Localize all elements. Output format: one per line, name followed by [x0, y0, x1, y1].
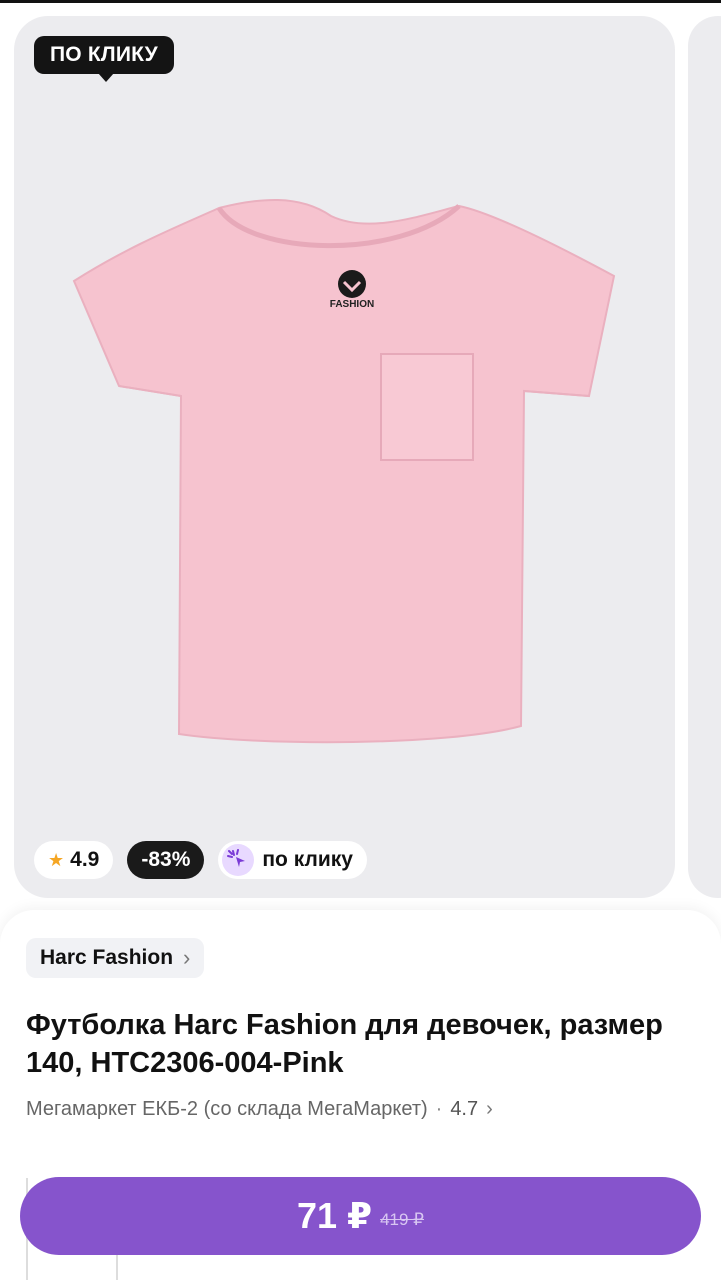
rating-value: 4.9: [70, 848, 100, 871]
brand-link[interactable]: Harc Fashion ›: [26, 938, 205, 978]
separator-dot: ·: [435, 1098, 443, 1120]
discount-value: -83%: [141, 848, 191, 871]
tshirt-image: FASHION: [72, 198, 616, 744]
gallery-badges: ★ 4.9 -83% по клику: [34, 841, 367, 879]
chevron-right-icon: ›: [183, 945, 191, 970]
rating-badge: ★ 4.9: [34, 841, 114, 879]
discount-badge: -83%: [127, 841, 205, 879]
status-bar: [0, 0, 721, 3]
product-title: Футболка Harc Fashion для девочек, разме…: [26, 1009, 663, 1079]
buy-button[interactable]: 71 ₽ 419 ₽: [20, 1177, 701, 1255]
tap-icon: [222, 844, 255, 876]
seller-link[interactable]: Мегамаркет ЕКБ-2 (со склада МегаМаркет) …: [26, 1098, 493, 1121]
brand-name: Harc Fashion: [40, 946, 174, 969]
seller-rating: 4.7: [450, 1098, 479, 1120]
old-price-value: 419 ₽: [380, 1210, 424, 1229]
svg-text:FASHION: FASHION: [330, 299, 374, 310]
seller-name: Мегамаркет ЕКБ-2 (со склада МегаМаркет): [26, 1098, 428, 1120]
click-badge: по клику: [218, 841, 367, 879]
chevron-right-icon: ›: [486, 1098, 493, 1120]
next-gallery-image[interactable]: [688, 16, 721, 898]
click-badge-label: по клику: [262, 848, 353, 871]
price-value: 71 ₽: [297, 1195, 373, 1236]
product-gallery[interactable]: ПО КЛИКУ FASHION ★ 4.9 -83% по клику: [14, 16, 675, 898]
star-icon: ★: [48, 849, 65, 870]
promo-tag-label: ПО КЛИКУ: [50, 43, 158, 66]
promo-tag: ПО КЛИКУ: [34, 36, 174, 82]
